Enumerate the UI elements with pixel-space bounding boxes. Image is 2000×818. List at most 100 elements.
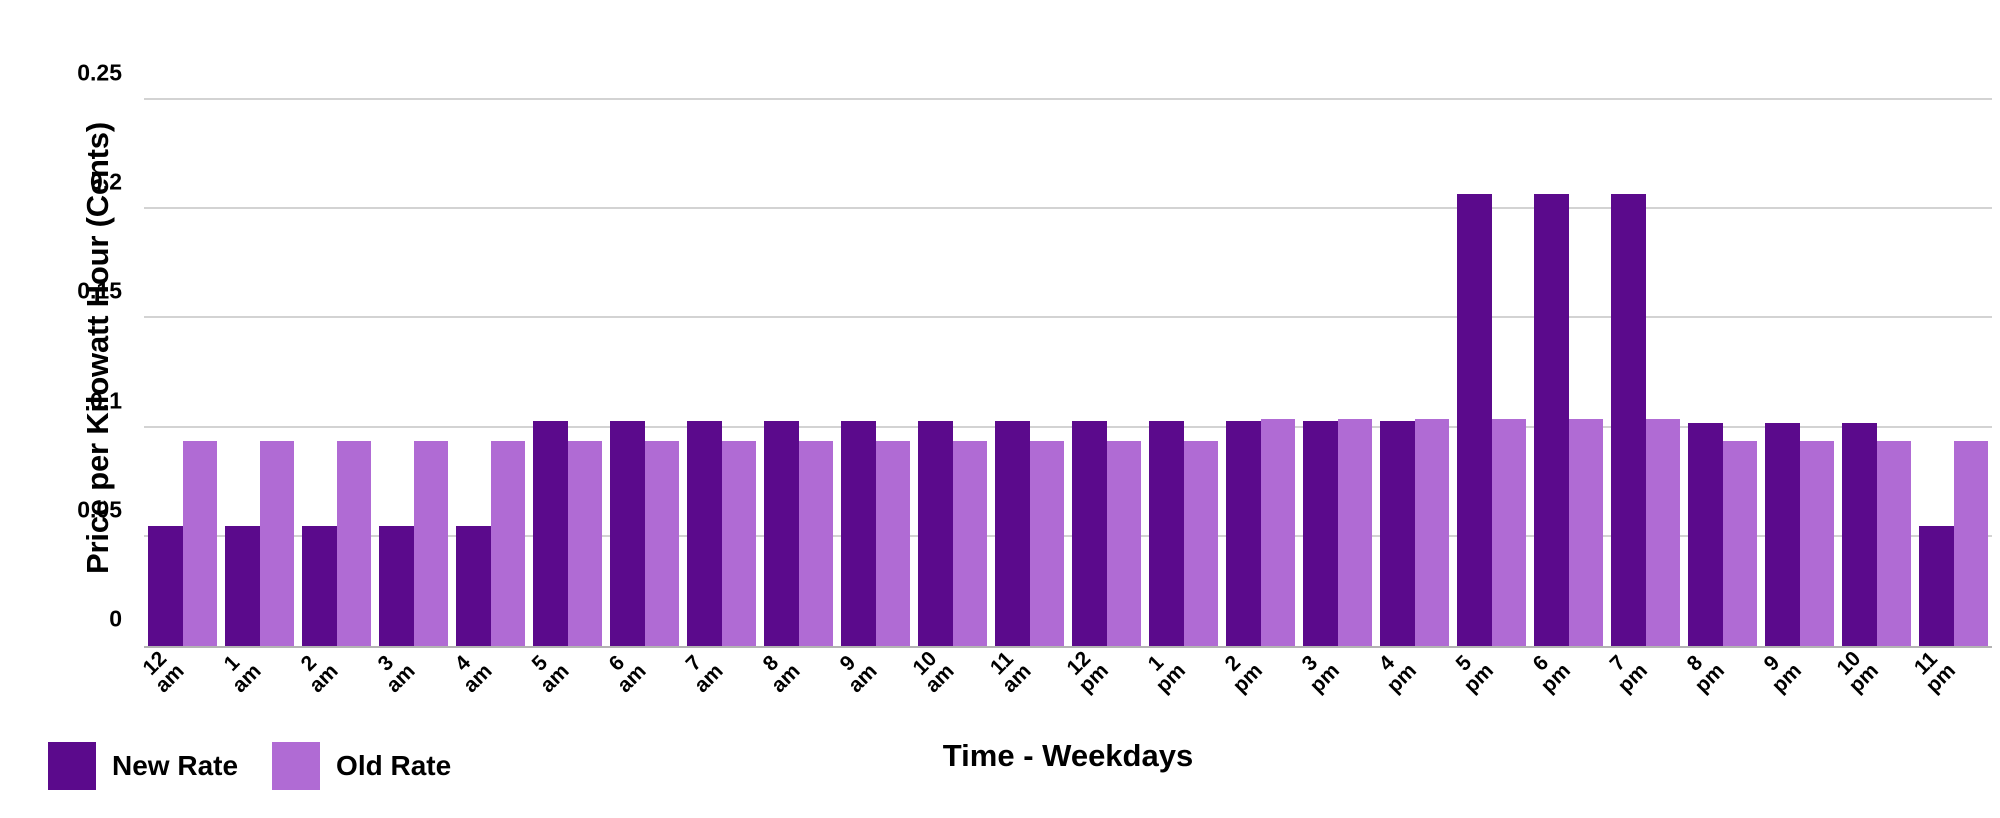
bar-old-rate[interactable]	[336, 440, 371, 646]
bar-old-rate[interactable]	[1953, 440, 1988, 646]
bar-old-rate[interactable]	[1183, 440, 1218, 646]
bar-new-rate[interactable]	[764, 421, 799, 646]
bar-old-rate[interactable]	[567, 440, 602, 646]
bar-old-rate[interactable]	[875, 440, 910, 646]
bar-new-rate[interactable]	[1765, 423, 1800, 646]
bar-new-rate[interactable]	[1149, 421, 1184, 646]
x-axis-tick-cell: 2 pm	[1220, 651, 1299, 748]
bar-group	[144, 100, 221, 646]
bar-group	[1838, 100, 1915, 646]
bar-old-rate[interactable]	[644, 440, 679, 646]
bar-new-rate[interactable]	[533, 421, 568, 646]
x-axis-tick-cell: 3 pm	[1297, 651, 1376, 748]
bar-group	[837, 100, 914, 646]
bar-group	[1376, 100, 1453, 646]
x-axis-tick-cell: 7 am	[681, 651, 760, 748]
y-axis-title: Price per Kilowatt Hour (Cents)	[80, 122, 115, 574]
bar-group	[529, 100, 606, 646]
x-axis-tick-cell: 11 am	[985, 647, 1068, 748]
bar-new-rate[interactable]	[456, 525, 491, 646]
bar-old-rate[interactable]	[1799, 440, 1834, 646]
legend-swatch	[48, 742, 96, 790]
bar-old-rate[interactable]	[490, 440, 525, 646]
x-axis-tick-cell: 10 am	[908, 647, 991, 748]
x-axis-tick-cell: 11 pm	[1909, 647, 1992, 748]
bar-new-rate[interactable]	[995, 421, 1030, 646]
bars-layer	[144, 100, 1992, 646]
bar-new-rate[interactable]	[148, 525, 183, 646]
x-axis-tick-cell: 6 pm	[1528, 651, 1607, 748]
bar-group	[221, 100, 298, 646]
bar-new-rate[interactable]	[1919, 525, 1954, 646]
x-axis-tick-cell: 4 pm	[1374, 651, 1453, 748]
bar-old-rate[interactable]	[1722, 440, 1757, 646]
bar-group	[914, 100, 991, 646]
bar-new-rate[interactable]	[1226, 421, 1261, 646]
legend-swatch	[272, 742, 321, 790]
legend-label: Old Rate	[336, 750, 452, 781]
x-axis-tick-cell: 1 am	[219, 651, 298, 748]
bar-group	[1684, 100, 1761, 646]
bar-group	[1145, 100, 1222, 646]
bar-old-rate[interactable]	[1260, 418, 1295, 646]
bar-old-rate[interactable]	[798, 440, 833, 646]
bar-group	[760, 100, 837, 646]
bar-new-rate[interactable]	[1072, 421, 1107, 646]
x-axis-tick-cell: 6 am	[604, 651, 683, 748]
bar-new-rate[interactable]	[1534, 193, 1569, 646]
bar-new-rate[interactable]	[302, 525, 337, 646]
x-axis-tick-cell: 8 pm	[1682, 651, 1761, 748]
bar-group	[1222, 100, 1299, 646]
bar-group	[1915, 100, 1992, 646]
bar-new-rate[interactable]	[687, 421, 722, 646]
x-axis-tick-cell: 3 am	[373, 651, 452, 748]
bar-group	[375, 100, 452, 646]
x-axis-tick-cell: 9 pm	[1759, 651, 1838, 748]
legend-item-new-rate[interactable]: New Rate	[48, 742, 238, 790]
bar-old-rate[interactable]	[259, 440, 294, 646]
bar-new-rate[interactable]	[1842, 423, 1877, 646]
legend-label: New Rate	[112, 750, 239, 781]
bar-group	[298, 100, 375, 646]
bar-old-rate[interactable]	[952, 440, 987, 646]
bar-chart: Price per Kilowatt Hour (Cents) 0 0.05 0.1…	[0, 0, 2000, 818]
bar-new-rate[interactable]	[1611, 193, 1646, 646]
bar-new-rate[interactable]	[1303, 421, 1338, 646]
bar-new-rate[interactable]	[1688, 423, 1723, 646]
bar-new-rate[interactable]	[1457, 193, 1492, 646]
bar-old-rate[interactable]	[1568, 418, 1603, 646]
bar-old-rate[interactable]	[721, 440, 756, 646]
bar-group	[452, 100, 529, 646]
x-axis-tick-cell: 7 pm	[1605, 651, 1684, 748]
bar-new-rate[interactable]	[379, 525, 414, 646]
x-axis-tick-cell: 12 am	[138, 647, 221, 748]
bar-group	[1761, 100, 1838, 646]
bar-old-rate[interactable]	[1337, 418, 1372, 646]
x-axis-tick-cell: 12 pm	[1062, 647, 1145, 748]
x-axis-tick-labels: 12 am 1 am 2 am 3 am 4 am 5 am 6 am 7 am 8 am 9 a…	[138, 647, 1992, 748]
bar-group	[1299, 100, 1376, 646]
bar-group	[1453, 100, 1530, 646]
bar-old-rate[interactable]	[182, 440, 217, 646]
legend-item-old-rate[interactable]: Old Rate	[272, 742, 451, 790]
x-axis-tick-cell: 4 am	[450, 651, 529, 748]
bar-old-rate[interactable]	[1029, 440, 1064, 646]
bar-new-rate[interactable]	[225, 525, 260, 646]
x-axis-tick-cell: 10 pm	[1832, 647, 1915, 748]
bar-old-rate[interactable]	[1876, 440, 1911, 646]
x-axis-tick-cell: 5 pm	[1451, 651, 1530, 748]
bar-old-rate[interactable]	[1106, 440, 1141, 646]
bar-new-rate[interactable]	[1380, 421, 1415, 646]
bar-group	[1068, 100, 1145, 646]
bar-new-rate[interactable]	[918, 421, 953, 646]
x-axis-tick-cell: 5 am	[527, 651, 606, 748]
bar-group	[683, 100, 760, 646]
bar-new-rate[interactable]	[610, 421, 645, 646]
bar-old-rate[interactable]	[413, 440, 448, 646]
bar-group	[606, 100, 683, 646]
bar-new-rate[interactable]	[841, 421, 876, 646]
bar-group	[991, 100, 1068, 646]
bar-old-rate[interactable]	[1645, 418, 1680, 646]
bar-old-rate[interactable]	[1491, 418, 1526, 646]
bar-old-rate[interactable]	[1414, 418, 1449, 646]
